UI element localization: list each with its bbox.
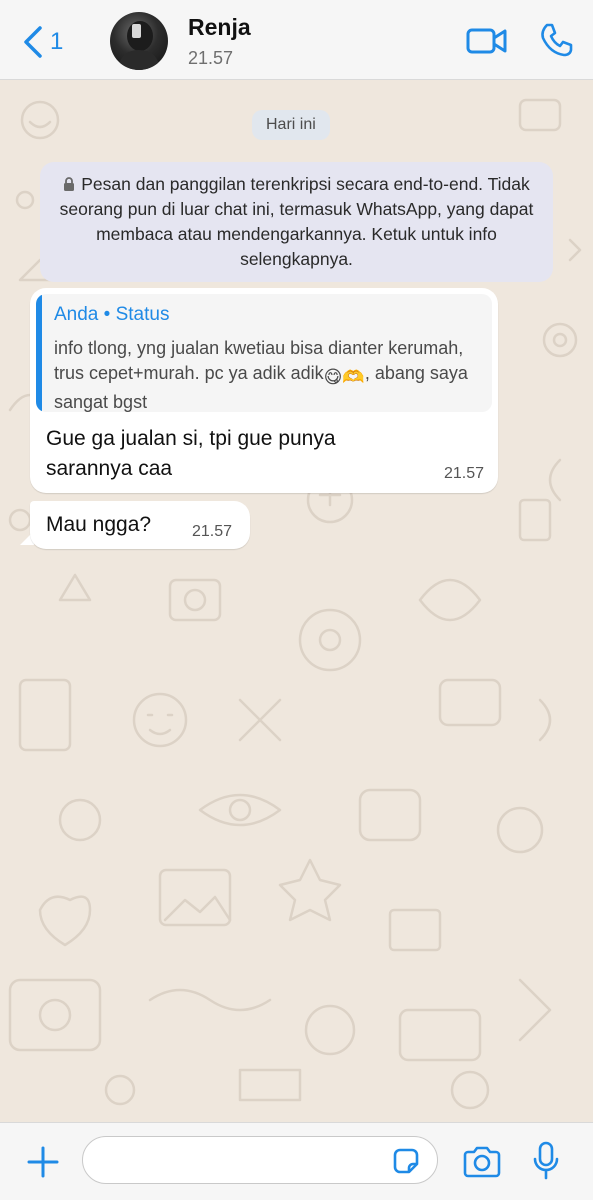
quote-accent-bar (36, 294, 42, 412)
emoji-yum: 😋 (323, 367, 343, 387)
camera-button[interactable] (462, 1145, 502, 1184)
message-text: Gue ga jualan si, tpi gue punya sarannya… (46, 427, 336, 480)
input-bar (0, 1122, 593, 1200)
video-call-button[interactable] (466, 26, 508, 61)
quote-text: info tlong, yng jualan kwetiau bisa dian… (54, 336, 482, 412)
quoted-status[interactable]: Anda • Status info tlong, yng jualan kwe… (36, 294, 492, 412)
message-text: Mau ngga? (46, 513, 152, 536)
quote-sender: Anda • Status (54, 304, 170, 325)
message-bubble[interactable]: Anda • Status info tlong, yng jualan kwe… (30, 288, 498, 493)
attach-button[interactable] (26, 1145, 60, 1184)
camera-icon (463, 1146, 501, 1178)
chat-area[interactable]: Hari ini Pesan dan panggilan terenkripsi… (0, 80, 593, 1122)
microphone-icon (533, 1141, 559, 1180)
video-camera-icon (466, 28, 507, 54)
encryption-notice-text: Pesan dan panggilan terenkripsi secara e… (59, 174, 534, 269)
lock-icon (64, 177, 75, 191)
sticker-button[interactable] (392, 1147, 420, 1180)
contact-avatar[interactable] (110, 12, 168, 70)
last-seen: 21.57 (188, 48, 234, 68)
message-bubble[interactable]: Mau ngga? 21.57 (30, 501, 250, 549)
date-divider: Hari ini (252, 110, 330, 140)
contact-name[interactable]: Renja (188, 14, 251, 41)
chevron-left-icon (24, 26, 42, 58)
plus-icon (27, 1146, 59, 1178)
voice-message-button[interactable] (532, 1141, 560, 1186)
message-time: 21.57 (443, 465, 484, 482)
message-input[interactable] (82, 1136, 438, 1184)
emoji-heart-hands: 🫶 (342, 367, 365, 387)
phone-icon (541, 23, 573, 57)
chat-header: 1 Renja 21.57 (0, 0, 593, 80)
message-time: 21.57 (192, 523, 233, 540)
voice-call-button[interactable] (538, 22, 574, 63)
sticker-icon (393, 1148, 419, 1174)
unread-count: 1 (50, 28, 64, 55)
back-button[interactable]: 1 (22, 22, 63, 62)
avatar-photo (118, 21, 160, 70)
encryption-notice[interactable]: Pesan dan panggilan terenkripsi secara e… (40, 162, 553, 282)
